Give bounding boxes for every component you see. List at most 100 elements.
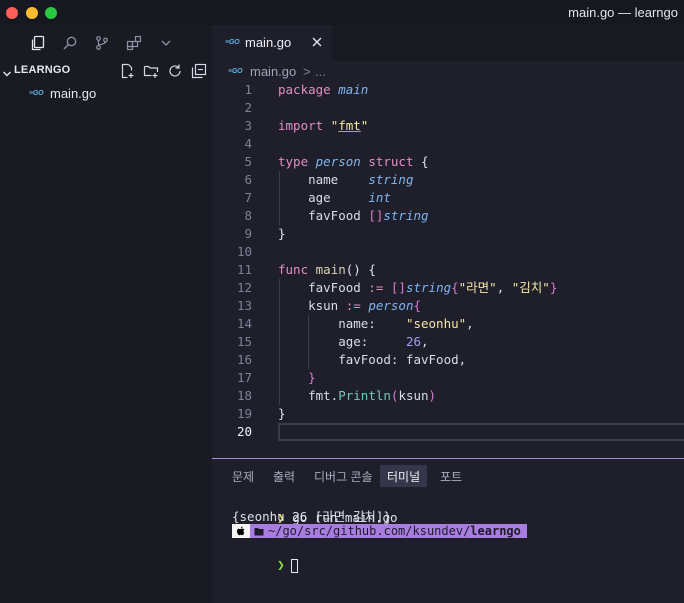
- source-control-icon[interactable]: [91, 32, 113, 54]
- tab-label: main.go: [245, 35, 292, 50]
- explorer-root-label: LEARNGO: [14, 64, 71, 76]
- chevron-down-icon[interactable]: [155, 32, 177, 54]
- terminal-output: {seonhu 26 [라면 김치]}: [232, 509, 391, 524]
- code-line[interactable]: 15 age: 26,: [212, 333, 684, 351]
- zoom-window-button[interactable]: [45, 7, 57, 19]
- code-token: 26: [405, 334, 421, 349]
- code-token: "라면": [458, 280, 497, 295]
- search-icon[interactable]: [59, 32, 81, 54]
- code-token: ksun: [278, 298, 346, 313]
- breadcrumb-separator: >: [303, 64, 311, 79]
- line-number: 4: [244, 136, 252, 151]
- breadcrumb-file[interactable]: main.go: [250, 64, 296, 79]
- panel-tab-bar: 문제 출력 디버그 콘솔 터미널 포트: [212, 465, 684, 489]
- prompt-symbol: ❯: [277, 557, 285, 572]
- code-text: name string: [278, 171, 413, 189]
- go-file-icon: ≡GO: [225, 39, 240, 46]
- code-line[interactable]: 11 func main() {: [212, 261, 684, 279]
- explorer-icon[interactable]: [27, 32, 49, 54]
- code-token: string: [368, 172, 414, 187]
- code-text: func main() {: [278, 261, 376, 279]
- breadcrumb-more[interactable]: ...: [315, 64, 326, 79]
- terminal-command-line: ❯ go run main.go: [232, 494, 397, 525]
- line-number: 8: [244, 208, 252, 223]
- indent-guide: [279, 171, 280, 225]
- terminal-input-line[interactable]: ❯: [232, 541, 298, 573]
- line-number: 14: [236, 316, 252, 331]
- code-token: age: [278, 190, 369, 205]
- tab-main-go[interactable]: ≡GO main.go: [212, 25, 332, 61]
- code-text: }: [278, 405, 286, 423]
- extensions-icon[interactable]: [123, 32, 145, 54]
- code-line[interactable]: 5 type person struct {: [212, 153, 684, 171]
- code-token: "김치": [511, 280, 550, 295]
- code-line[interactable]: 14 name: "seonhu",: [212, 315, 684, 333]
- code-text: favFood: favFood,: [278, 351, 466, 369]
- code-line[interactable]: 20: [212, 423, 684, 441]
- window-title: main.go — learngo: [568, 5, 678, 20]
- path-prefix: ~/go/src/github.com/ksundev/: [268, 524, 471, 538]
- code-token: ,: [421, 334, 429, 349]
- line-number: 11: [236, 262, 252, 277]
- explorer-root-header[interactable]: LEARNGO: [0, 61, 212, 81]
- code-token: main: [338, 82, 369, 97]
- code-line[interactable]: 13 ksun := person{: [212, 297, 684, 315]
- chevron-down-icon: [2, 66, 12, 84]
- go-file-icon: ≡GO: [228, 68, 243, 75]
- code-line[interactable]: 4: [212, 135, 684, 153]
- panel-tab[interactable]: 디버그 콘솔: [307, 465, 380, 487]
- code-line[interactable]: 19}: [212, 405, 684, 423]
- code-text: ksun := person{: [278, 297, 421, 315]
- code-text: }: [278, 369, 316, 387]
- code-token: name: [278, 172, 369, 187]
- code-token: struct: [368, 154, 414, 169]
- collapse-all-icon[interactable]: [190, 62, 208, 80]
- line-number: 20: [236, 424, 252, 439]
- title-bar: main.go — learngo: [0, 0, 684, 25]
- code-token: package: [278, 82, 331, 97]
- panel-tab[interactable]: 출력: [266, 465, 302, 487]
- minimize-window-button[interactable]: [26, 7, 38, 19]
- code-line[interactable]: 7 age int: [212, 189, 684, 207]
- code-text: type person struct {: [278, 153, 429, 171]
- panel-tab[interactable]: 문제: [225, 465, 261, 487]
- code-line[interactable]: 17 }: [212, 369, 684, 387]
- code-token: }: [278, 406, 286, 421]
- code-token: () {: [345, 262, 376, 277]
- close-window-button[interactable]: [6, 7, 18, 19]
- path-current-dir: learngo: [470, 524, 521, 538]
- code-line[interactable]: 10: [212, 243, 684, 261]
- editor-tab-bar: ≡GO main.go: [212, 25, 684, 61]
- code-line[interactable]: 16 favFood: favFood,: [212, 351, 684, 369]
- code-token: person: [315, 154, 361, 169]
- code-token: person: [368, 298, 414, 313]
- code-line[interactable]: 3 import "fmt": [212, 117, 684, 135]
- line-number: 3: [244, 118, 252, 133]
- code-line[interactable]: 12 favFood := []string{"라면", "김치"}: [212, 279, 684, 297]
- code-line[interactable]: 1 package main: [212, 81, 684, 99]
- code-line[interactable]: 6 name string: [212, 171, 684, 189]
- code-token: Println: [338, 388, 391, 403]
- code-token: []: [368, 208, 384, 223]
- sidebar: LEARNGO ≡GO main.go: [0, 25, 212, 603]
- code-token: type: [278, 154, 309, 169]
- panel-tab[interactable]: 터미널: [380, 465, 428, 487]
- code-text: age int: [278, 189, 391, 207]
- line-number: 13: [236, 298, 252, 313]
- refresh-icon[interactable]: [166, 62, 184, 80]
- folder-icon: [254, 527, 264, 535]
- new-folder-icon[interactable]: [142, 62, 160, 80]
- new-file-icon[interactable]: [118, 62, 136, 80]
- file-tree-item-main-go[interactable]: ≡GO main.go: [0, 83, 212, 105]
- close-icon[interactable]: [310, 35, 324, 49]
- editor-area: ≡GO main.go ≡GO main.go > ... 1 package m…: [212, 25, 684, 458]
- code-line[interactable]: 9}: [212, 225, 684, 243]
- code-line[interactable]: 2: [212, 99, 684, 117]
- code-token: :=: [368, 280, 384, 295]
- code-line[interactable]: 18 fmt.Println(ksun): [212, 387, 684, 405]
- code-line[interactable]: 8 favFood []string: [212, 207, 684, 225]
- code-text: favFood []string: [278, 207, 428, 225]
- prompt-path: ~/go/src/github.com/ksundev/learngo: [250, 524, 527, 538]
- panel-tab[interactable]: 포트: [433, 465, 469, 487]
